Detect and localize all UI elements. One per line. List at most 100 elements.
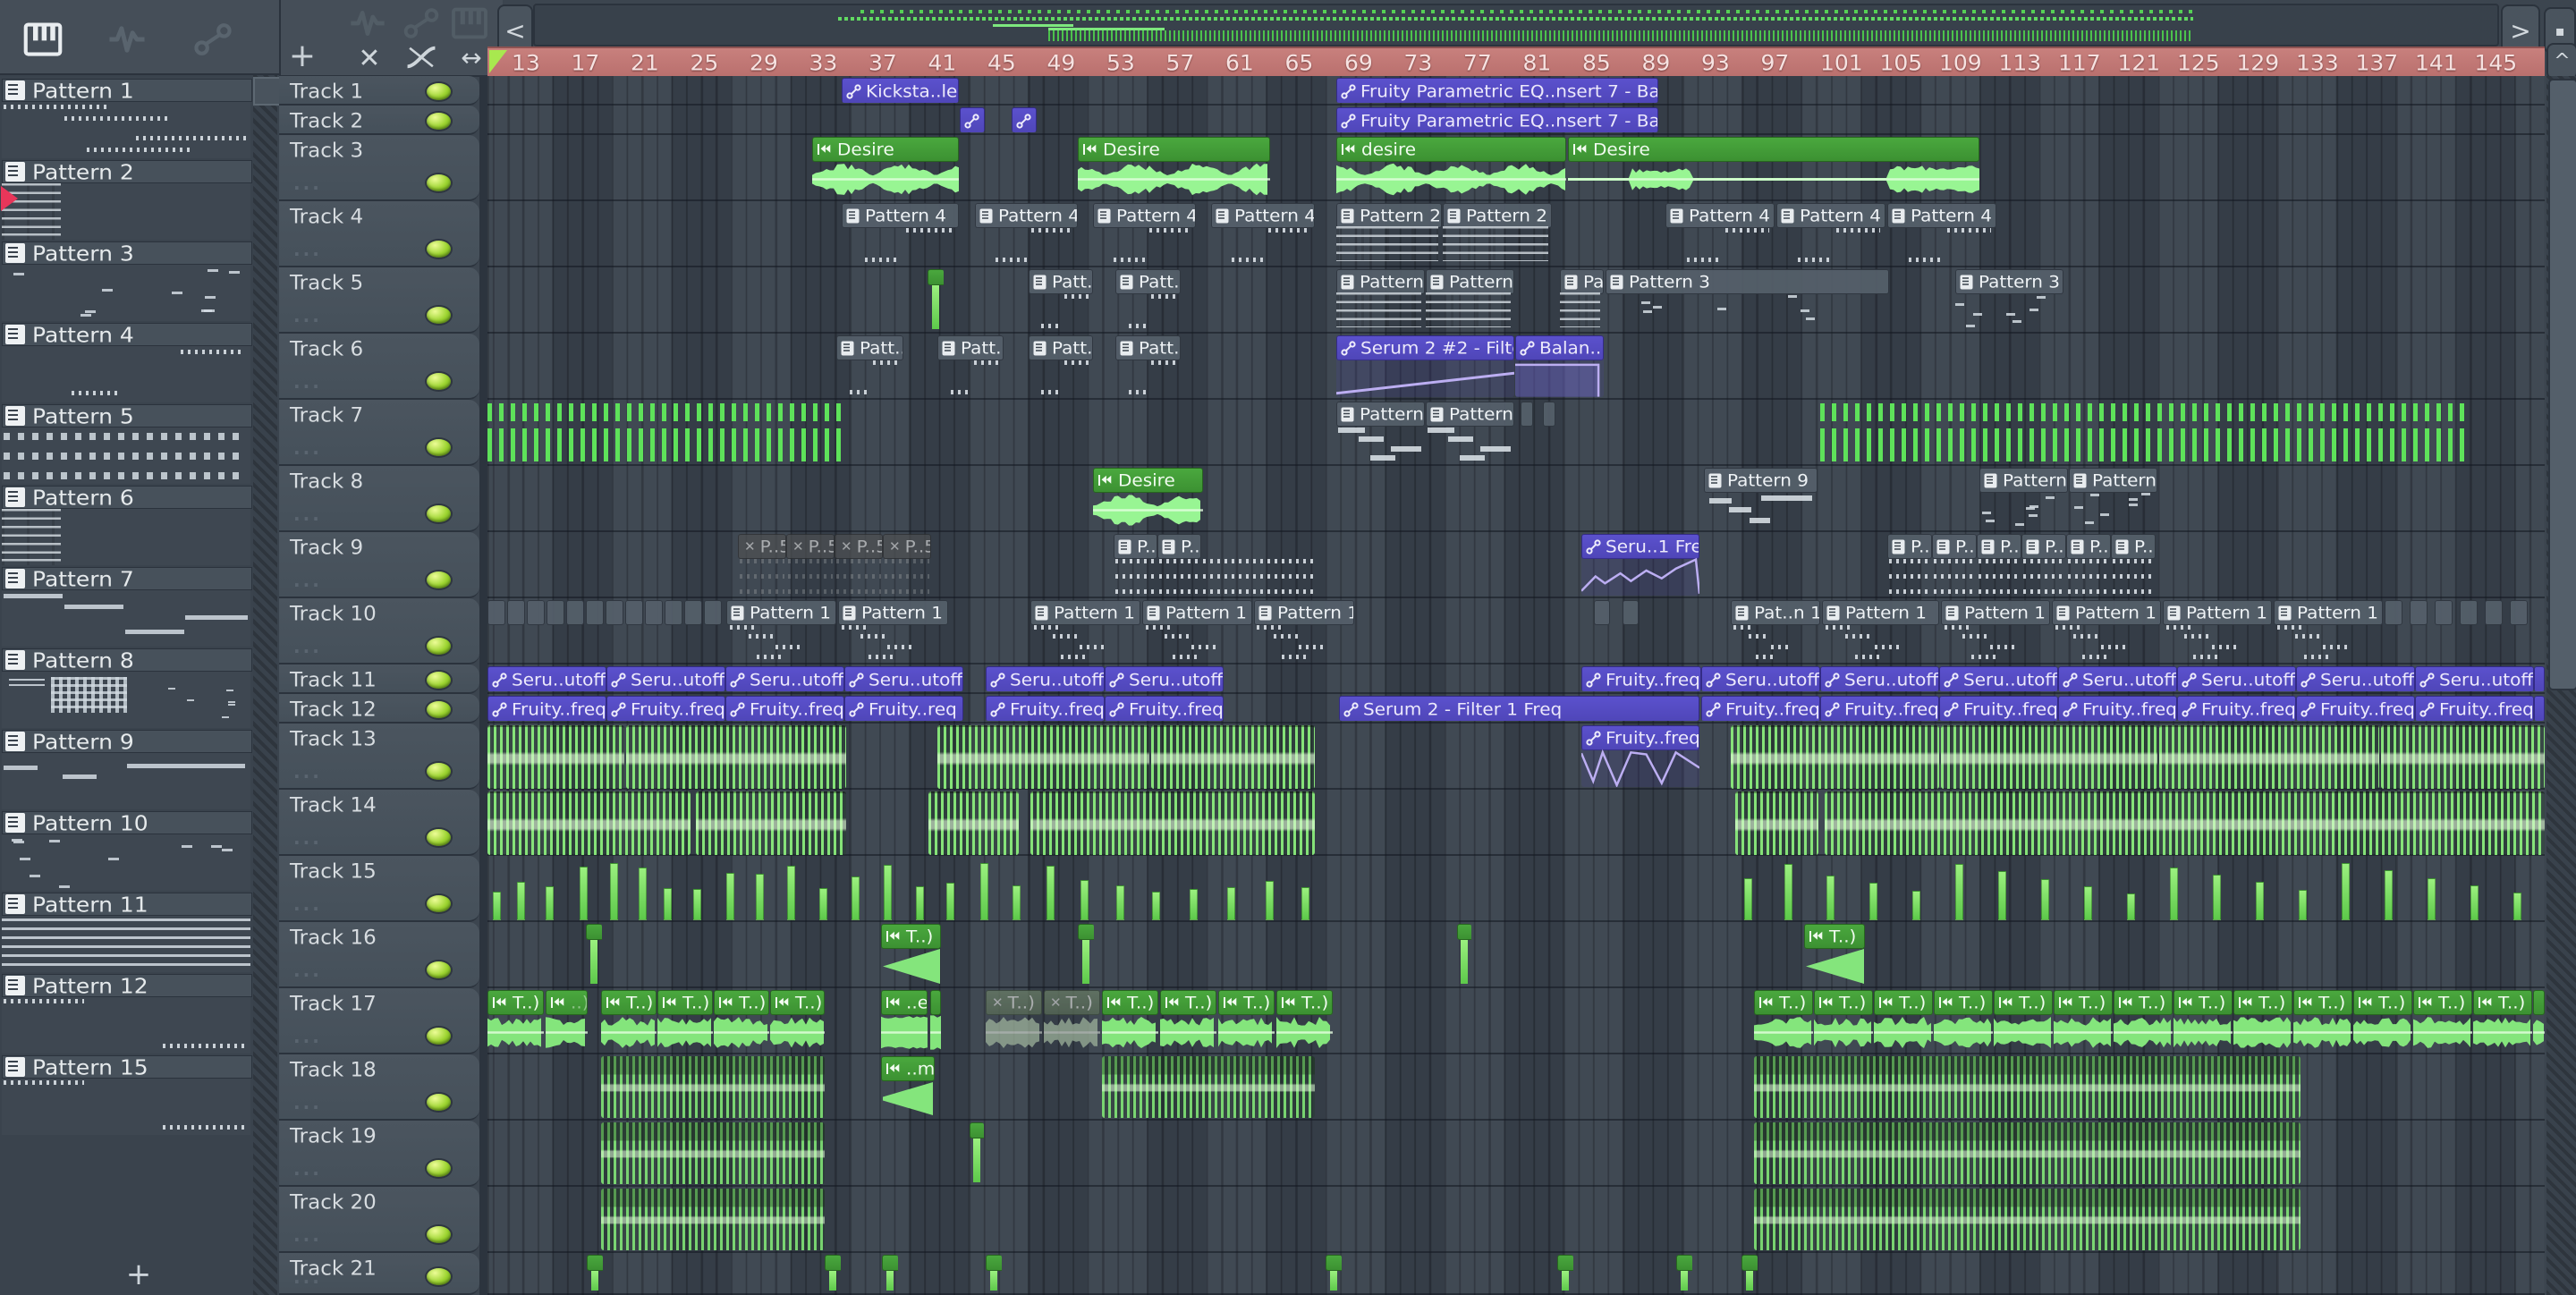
track-mute-led[interactable] (425, 437, 453, 458)
audio-clip[interactable]: T..) (2174, 990, 2233, 1052)
pattern-item[interactable]: Pattern 2 (2, 160, 252, 240)
track-mute-led[interactable] (425, 110, 453, 131)
track-options[interactable]: ... (293, 437, 322, 459)
audio-stab-clip[interactable] (586, 924, 602, 986)
clip-header[interactable]: ✕ T..) (986, 990, 1042, 1015)
track-header-14[interactable]: Track 14... (279, 790, 479, 856)
clip-header[interactable]: Pattern 9 (1704, 468, 1818, 493)
clip-header[interactable]: Seru..utoff (1939, 666, 2058, 691)
audio-clip[interactable]: T..) (770, 990, 825, 1052)
clip-header[interactable] (665, 600, 682, 625)
clip-header[interactable]: P..5 (2111, 534, 2156, 559)
track-options[interactable]: ... (293, 960, 322, 981)
pattern-clip[interactable] (665, 600, 682, 662)
audio-spike-clip[interactable] (884, 865, 892, 920)
audio-clip[interactable]: Desire (1568, 137, 1979, 199)
track-mute-led[interactable] (425, 504, 453, 524)
pattern-clip[interactable]: Pattern 1 (838, 600, 948, 662)
clip-header[interactable]: Pattern 1 (838, 600, 948, 625)
pattern-clip[interactable]: P..5 (1114, 534, 1157, 596)
clip-header[interactable]: Fruity..freq (2058, 696, 2177, 721)
pattern-clip[interactable]: Pattern 3 (1606, 269, 1889, 331)
clip-header[interactable] (2534, 666, 2545, 691)
clip-header[interactable]: Fruity..freq (1939, 696, 2058, 721)
clip-header[interactable]: Patt..12 (836, 335, 903, 360)
note-tick-band[interactable] (1201, 557, 1315, 596)
track-header-18[interactable]: Track 18... (279, 1054, 479, 1121)
clip-header[interactable]: Patt..15 (1029, 269, 1093, 294)
clip-header[interactable] (1543, 402, 1555, 427)
pattern-clip[interactable]: Pa.. (1560, 269, 1604, 331)
pattern-item[interactable]: Pattern 9 (2, 730, 252, 809)
pattern-clip[interactable]: Pattern 4 (1887, 203, 1996, 265)
pattern-clip[interactable] (2410, 600, 2428, 662)
pattern-list-scroll-thumb[interactable] (253, 77, 281, 106)
audio-wave-clip[interactable] (487, 725, 624, 789)
pattern-item-header[interactable]: Pattern 6 (2, 486, 252, 509)
audio-stab-clip[interactable] (882, 1255, 898, 1292)
automation-clip[interactable] (2534, 666, 2545, 691)
audio-spike-clip[interactable] (1227, 887, 1235, 920)
audio-clip[interactable]: T..) (1874, 990, 1933, 1052)
clip-header[interactable] (566, 600, 584, 625)
clip-header[interactable] (645, 600, 663, 625)
audio-clip[interactable]: T..) (2054, 990, 2113, 1052)
audio-spike-clip[interactable] (2385, 870, 2393, 920)
track-mute-led[interactable] (425, 1026, 453, 1046)
audio-spike-clip[interactable] (726, 873, 734, 920)
clip-header[interactable]: Pattern 4 (1887, 203, 1996, 228)
clip-header[interactable] (606, 600, 623, 625)
track-mute-led[interactable] (425, 1266, 453, 1287)
pattern-item[interactable]: Pattern 6 (2, 486, 252, 565)
pattern-clip[interactable] (1594, 600, 1610, 662)
pattern-clip[interactable] (2460, 600, 2478, 662)
audio-spike-clip[interactable] (756, 874, 764, 920)
pattern-clip[interactable]: Pattern 1 (2163, 600, 2272, 662)
track-name[interactable]: Track 3 (290, 140, 363, 163)
audio-clip[interactable]: T..) (601, 990, 657, 1052)
track-header-8[interactable]: Track 8... (279, 466, 479, 532)
track-mute-led[interactable] (425, 636, 453, 656)
audio-clip[interactable]: T..) (1994, 990, 2053, 1052)
audio-spike-clip[interactable] (1152, 892, 1160, 920)
clip-header[interactable]: Seru..utoff (725, 666, 844, 691)
pattern-clip[interactable]: Pattern 2 (1443, 203, 1552, 265)
track-header-3[interactable]: Track 3... (279, 135, 479, 201)
audio-clip[interactable]: T..) (2233, 990, 2292, 1052)
automation-clip[interactable]: Fruity..freq (606, 696, 725, 721)
track-name[interactable]: Track 4 (290, 207, 363, 229)
pattern-clip[interactable] (606, 600, 623, 662)
audio-dense-clip[interactable] (1754, 1056, 2301, 1118)
clip-header[interactable]: Patt..12 (1115, 335, 1181, 360)
clip-header[interactable]: T..) (1874, 990, 1933, 1015)
pattern-clip[interactable]: Patt..12 (1029, 335, 1093, 397)
audio-spike-clip[interactable] (664, 888, 672, 920)
track-mute-led[interactable] (425, 1158, 453, 1179)
clip-header[interactable] (527, 600, 545, 625)
audio-stripe-clip[interactable] (487, 402, 845, 463)
automation-clip[interactable]: Seru..utoff (2177, 666, 2296, 691)
clip-header[interactable]: Pattern 2 (1336, 203, 1442, 228)
automation-clip[interactable]: Fruity..freq (487, 696, 606, 721)
clip-header[interactable]: Seru..utoff (2177, 666, 2296, 691)
automation-tool-icon[interactable] (402, 7, 440, 39)
track-mute-led[interactable] (425, 761, 453, 782)
playhead-marker-icon[interactable] (489, 50, 507, 73)
clip-header[interactable]: T..) (2413, 990, 2472, 1015)
automation-clip[interactable]: Fruity..freq (725, 696, 844, 721)
audio-clip[interactable]: T..) (881, 924, 941, 986)
pattern-clip[interactable]: Pattern 4 (1211, 203, 1315, 265)
clip-header[interactable] (1521, 402, 1533, 427)
audio-spike-clip[interactable] (819, 888, 827, 920)
track-header-11[interactable]: Track 11 (279, 664, 479, 694)
audio-spike-clip[interactable] (2470, 885, 2479, 920)
track-options[interactable]: ... (293, 371, 322, 393)
pattern-thumbnail[interactable] (2, 590, 250, 647)
audio-dense-clip[interactable] (1754, 1122, 2301, 1184)
clip-header[interactable]: T..) (1934, 990, 1993, 1015)
audio-clip[interactable]: T..) (1276, 990, 1333, 1052)
audio-wave-clip[interactable] (487, 791, 691, 855)
track-lane-21[interactable] (487, 1253, 2545, 1295)
audio-clip[interactable]: T..) (487, 990, 544, 1052)
audio-clip[interactable]: T..) (1934, 990, 1993, 1052)
